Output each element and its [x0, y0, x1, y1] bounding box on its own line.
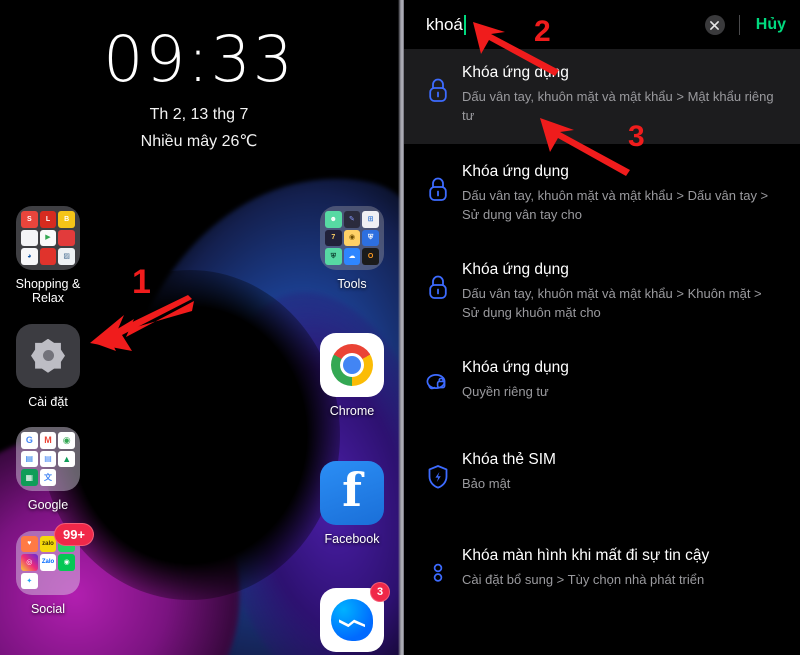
app-icon-settings[interactable]: Cài đặt: [0, 323, 96, 409]
search-result-title: Khóa ứng dụng: [462, 261, 569, 278]
search-result-subtitle: Cài đặt bổ sung > Tùy chọn nhà phát triể…: [462, 572, 705, 588]
app-icon-messenger[interactable]: 3 Messenger: [304, 582, 400, 655]
annotation-number-1: 1: [132, 263, 151, 301]
search-result-title: Khóa thẻ SIM: [462, 451, 556, 468]
phone-home-screen: 09:33 Th 2, 13 thg 7 Nhiều mây 26℃ S L B…: [0, 0, 404, 655]
search-result-title: Khóa ứng dụng: [462, 359, 569, 376]
app-icon-facebook[interactable]: f Facebook: [304, 460, 400, 546]
clock-date: Th 2, 13 thg 7: [149, 106, 249, 123]
shield-bolt-icon: [418, 450, 458, 490]
screenshot-root: 09:33 Th 2, 13 thg 7 Nhiều mây 26℃ S L B…: [0, 0, 800, 655]
lockscreen-clock-widget: 09:33 Th 2, 13 thg 7 Nhiều mây 26℃: [0, 28, 398, 151]
search-results-list: Khóa ứng dụng Dấu vân tay, khuôn mặt và …: [404, 50, 800, 604]
facebook-icon: f: [320, 460, 384, 525]
app-icon-box: [320, 333, 384, 398]
search-input[interactable]: khoá: [426, 15, 705, 35]
app-folder-shopping-relax[interactable]: S L B ▶ ◕ ▨ Shopping & Relax: [0, 206, 96, 306]
divider: [738, 15, 740, 35]
lock-icon: [418, 63, 458, 103]
search-result-text: Khóa ứng dụng Quyền riêng tư: [458, 358, 782, 402]
folder-icon: S L B ▶ ◕ ▨: [16, 206, 80, 270]
folder-icon: ☻ ✎ ⊞ 7 ◉ ⛨ ⛨ ☁ O: [320, 206, 384, 270]
clear-search-icon[interactable]: [704, 15, 725, 35]
search-result-row[interactable]: Khóa thẻ SIM Bảo mật: [404, 432, 800, 524]
search-result-subtitle: Quyền riêng tư: [462, 384, 549, 400]
app-icon-box: f: [320, 460, 384, 525]
text-caret: [463, 15, 466, 35]
app-icon-box: 3: [320, 582, 390, 653]
search-result-text: Khóa ứng dụng Dấu vân tay, khuôn mặt và …: [458, 260, 782, 322]
app-label: Shopping & Relax: [15, 277, 81, 306]
search-bar: khoá Hủy: [404, 0, 800, 50]
clock-time: 09:33: [103, 23, 295, 96]
search-result-row[interactable]: Khóa ứng dụng Dấu vân tay, khuôn mặt và …: [404, 242, 800, 340]
folder-icon: G M ◉ ▤ ▤ ▲ ▦ 文: [16, 427, 80, 492]
app-icon-box: G M ◉ ▤ ▤ ▲ ▦ 文: [16, 427, 80, 492]
search-result-subtitle: Dấu vân tay, khuôn mặt và mật khẩu > Mật…: [462, 89, 774, 123]
search-result-row[interactable]: Khóa ứng dụng Dấu vân tay, khuôn mặt và …: [404, 144, 800, 242]
clock-weather: Nhiều mây 26℃: [140, 133, 258, 150]
lock-icon: [418, 162, 458, 202]
app-label: Google: [27, 498, 69, 513]
annotation-number-2: 2: [534, 15, 551, 48]
search-result-row[interactable]: Khóa màn hình khi mất đi sự tin cậy Cài …: [404, 524, 800, 604]
app-label: Cài đặt: [28, 394, 68, 409]
gear-icon: [16, 323, 80, 388]
app-label: Social: [30, 601, 66, 616]
app-label: Chrome: [329, 404, 375, 419]
privacy-lock-icon: [418, 358, 458, 396]
app-label: Tools: [337, 277, 367, 291]
app-column-right: ☻ ✎ ⊞ 7 ◉ ⛨ ⛨ ☁ O Tools Chrome f Faceboo…: [304, 206, 400, 655]
app-icon-box: 99+ ♥ zalo ◎ Zalo ◉ ✦: [16, 522, 94, 595]
developer-options-icon: [418, 546, 458, 586]
search-result-row[interactable]: Khóa ứng dụng Quyền riêng tư: [404, 340, 800, 432]
app-folder-tools[interactable]: ☻ ✎ ⊞ 7 ◉ ⛨ ⛨ ☁ O Tools: [304, 206, 400, 291]
app-folder-google[interactable]: G M ◉ ▤ ▤ ▲ ▦ 文 Google: [0, 427, 96, 512]
search-result-title: Khóa ứng dụng: [462, 163, 569, 180]
app-icon-chrome[interactable]: Chrome: [304, 333, 400, 418]
app-icon-box: ☻ ✎ ⊞ 7 ◉ ⛨ ⛨ ☁ O: [320, 206, 384, 270]
settings-search-screen: khoá Hủy Khóa ứng dụng Dấu vân tay, khuô…: [404, 0, 800, 655]
search-result-text: Khóa màn hình khi mất đi sự tin cậy Cài …: [458, 546, 782, 590]
app-label: Facebook: [324, 531, 380, 546]
search-query-text: khoá: [426, 15, 463, 34]
notification-badge: 3: [370, 582, 390, 603]
app-folder-social[interactable]: 99+ ♥ zalo ◎ Zalo ◉ ✦ Social: [0, 522, 96, 616]
search-result-title: Khóa màn hình khi mất đi sự tin cậy: [462, 547, 710, 564]
search-result-subtitle: Dấu vân tay, khuôn mặt và mật khẩu > Dấu…: [462, 188, 769, 222]
lock-icon: [418, 260, 458, 300]
app-column-left: S L B ▶ ◕ ▨ Shopping & Relax Cài đặt G M…: [0, 206, 96, 628]
app-icon-box: S L B ▶ ◕ ▨: [16, 206, 80, 270]
annotation-number-3: 3: [628, 120, 645, 153]
notification-badge: 99+: [54, 522, 94, 546]
search-result-subtitle: Dấu vân tay, khuôn mặt và mật khẩu > Khu…: [462, 286, 762, 320]
search-result-text: Khóa ứng dụng Dấu vân tay, khuôn mặt và …: [458, 63, 782, 125]
search-result-text: Khóa ứng dụng Dấu vân tay, khuôn mặt và …: [458, 162, 782, 224]
chrome-icon: [320, 333, 384, 398]
cancel-button[interactable]: Hủy: [756, 16, 786, 34]
search-result-subtitle: Bảo mật: [462, 476, 511, 492]
search-result-text: Khóa thẻ SIM Bảo mật: [458, 450, 782, 494]
app-icon-box: [16, 323, 80, 388]
search-result-title: Khóa ứng dụng: [462, 64, 569, 81]
search-result-row[interactable]: Khóa ứng dụng Dấu vân tay, khuôn mặt và …: [404, 50, 800, 144]
